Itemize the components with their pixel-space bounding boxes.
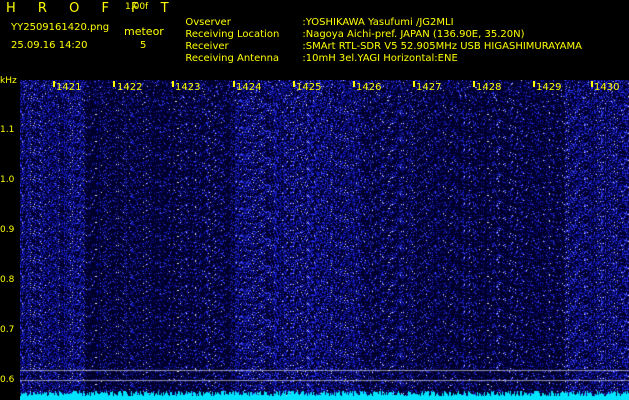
- meteor-count: 5: [140, 40, 147, 51]
- x-tick-mark: [53, 81, 55, 87]
- y-axis-unit: kHz: [0, 76, 17, 86]
- x-tick-mark: [473, 81, 475, 87]
- x-tick-label: 1430: [594, 82, 620, 93]
- x-tick-label: 1421: [56, 82, 82, 93]
- station-value: :10mH 3el.YAGI Horizontal:ENE: [302, 53, 458, 64]
- x-tick-mark: [233, 81, 235, 87]
- x-tick-mark: [413, 81, 415, 87]
- x-tick-label: 1429: [536, 82, 562, 93]
- y-tick-label: 1.1: [0, 125, 15, 135]
- x-tick-mark: [172, 81, 174, 87]
- x-tick-label: 1426: [356, 82, 382, 93]
- station-row-antenna: Receiving Antenna :10mH 3el.YAGI Horizont…: [179, 42, 458, 64]
- filename-label: YY2509161420.png: [11, 22, 110, 33]
- x-tick-label: 1427: [416, 82, 442, 93]
- x-tick-mark: [591, 81, 593, 87]
- x-tick-label: 1422: [117, 82, 143, 93]
- datetime-label: 25.09.16 14:20: [11, 40, 88, 51]
- y-tick-label: 0.8: [0, 275, 15, 285]
- y-tick-label: 0.7: [0, 325, 15, 335]
- x-tick-label: 1428: [476, 82, 502, 93]
- x-tick-mark: [353, 81, 355, 87]
- y-tick-label: 1.0: [0, 175, 15, 185]
- x-tick-label: 1423: [175, 82, 201, 93]
- version-label: 1.00f: [125, 2, 149, 12]
- meteor-label: meteor: [124, 25, 164, 38]
- y-tick-label: 0.9: [0, 225, 15, 235]
- x-tick-mark: [113, 81, 115, 87]
- x-tick-label: 1425: [296, 82, 322, 93]
- x-tick-mark: [533, 81, 535, 87]
- station-label: Receiving Antenna: [185, 53, 280, 64]
- x-tick-mark: [293, 81, 295, 87]
- spectrogram: [20, 80, 629, 400]
- app-title: H R O F F T: [6, 1, 178, 16]
- x-tick-label: 1424: [236, 82, 262, 93]
- y-tick-label: 0.6: [0, 375, 15, 385]
